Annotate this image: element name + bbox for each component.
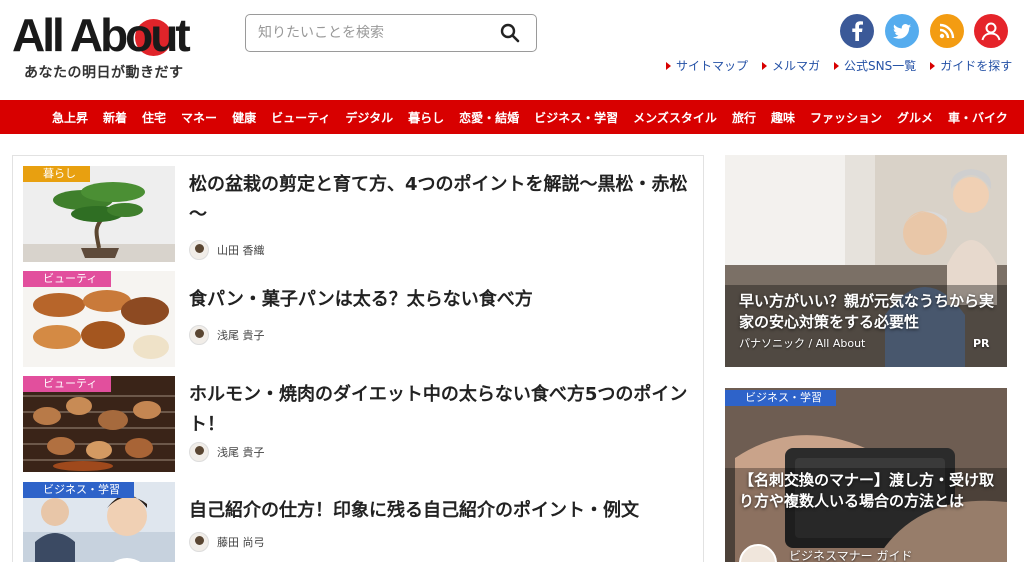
nav-item-beauty[interactable]: ビューティ (271, 109, 330, 126)
guide-name: ビジネスマナー ガイド (789, 549, 913, 562)
user-account-icon[interactable] (974, 14, 1008, 48)
category-badge: ビジネス・学習 (725, 390, 836, 406)
article-title[interactable]: 松の盆栽の剪定と育て方、4つのポイントを解説～黒松・赤松～ (189, 170, 694, 230)
official-sns-link[interactable]: 公式SNS一覧 (834, 57, 916, 74)
category-badge: ビューティ (23, 271, 112, 287)
nav-item-car-bike[interactable]: 車・バイク (948, 109, 1008, 126)
find-guide-link[interactable]: ガイドを探す (930, 57, 1012, 74)
search-box (245, 14, 537, 52)
category-badge: 暮らし (23, 166, 90, 182)
nav-item-fashion[interactable]: ファッション (810, 109, 882, 126)
article-thumbnail[interactable]: ビューティ (23, 271, 175, 367)
category-badge: ビューティ (23, 376, 112, 392)
author-name: 藤田 尚弓 (217, 536, 265, 549)
article-title[interactable]: 食パン・菓子パンは太る？太らない食べ方 (189, 285, 694, 315)
article-list: 暮らし 松の盆栽の剪定と育て方、4つのポイントを解説～黒松・赤松～ 山田 香織 … (12, 155, 704, 562)
article-title[interactable]: ホルモン・焼肉のダイエット中の太らない食べ方5つのポイント！ (189, 380, 694, 440)
nav-item-new[interactable]: 新着 (103, 109, 127, 126)
author-avatar (189, 240, 209, 260)
arrow-right-icon (762, 61, 768, 70)
nav-item-housing[interactable]: 住宅 (142, 109, 166, 126)
list-item[interactable]: ビジネス・学習 自己紹介の仕方！印象に残る自己紹介のポイント・例文 藤田 尚弓 (23, 482, 695, 562)
nav-item-business[interactable]: ビジネス・学習 (534, 109, 618, 126)
nav-item-travel[interactable]: 旅行 (732, 109, 756, 126)
nav-item-digital[interactable]: デジタル (345, 109, 393, 126)
nav-item-money[interactable]: マネー (181, 109, 217, 126)
nav-item-mens-style[interactable]: メンズスタイル (633, 109, 717, 126)
nav-item-trending[interactable]: 急上昇 (52, 109, 88, 126)
search-icon[interactable] (500, 23, 520, 43)
article-thumbnail[interactable]: ビューティ (23, 376, 175, 472)
feature-card[interactable]: ビジネス・学習 【名刺交換のマナー】渡し方・受け取り方や複数人いる場合の方法とは… (725, 388, 1007, 562)
nav-item-love-marriage[interactable]: 恋愛・結婚 (459, 109, 519, 126)
article-author[interactable]: 山田 香織 (189, 240, 265, 260)
nav-item-living[interactable]: 暮らし (408, 109, 444, 126)
category-nav: 急上昇 新着 住宅 マネー 健康 ビューティ デジタル 暮らし 恋愛・結婚 ビジ… (0, 100, 1024, 134)
mailmagazine-link[interactable]: メルマガ (762, 57, 820, 74)
author-name: 浅尾 貴子 (217, 329, 265, 342)
pr-badge: PR (973, 337, 990, 350)
facebook-icon[interactable] (840, 14, 874, 48)
article-title[interactable]: 自己紹介の仕方！印象に残る自己紹介のポイント・例文 (189, 496, 694, 526)
article-thumbnail[interactable]: ビジネス・学習 (23, 482, 175, 562)
rss-icon[interactable] (930, 14, 964, 48)
logo-tagline: あなたの明日が動きだす (24, 65, 184, 81)
article-author[interactable]: 浅尾 貴子 (189, 442, 265, 462)
nav-item-gourmet[interactable]: グルメ (897, 109, 933, 126)
author-avatar (189, 442, 209, 462)
utility-links: サイトマップ メルマガ 公式SNS一覧 ガイドを探す (666, 57, 1024, 74)
pr-card-title[interactable]: 早い方がいい？親が元気なうちから実家の安心対策をする必要性 (739, 291, 1001, 333)
article-author[interactable]: 浅尾 貴子 (189, 325, 265, 345)
author-name: 山田 香織 (217, 244, 265, 257)
logo-text: All About (12, 9, 191, 61)
list-item[interactable]: 暮らし 松の盆栽の剪定と育て方、4つのポイントを解説～黒松・赤松～ 山田 香織 (23, 166, 695, 262)
nav-item-hobby[interactable]: 趣味 (771, 109, 795, 126)
pr-card[interactable]: 早い方がいい？親が元気なうちから実家の安心対策をする必要性 パナソニック / A… (725, 155, 1007, 367)
sitemap-link[interactable]: サイトマップ (666, 57, 748, 74)
author-name: 浅尾 貴子 (217, 446, 265, 459)
article-author[interactable]: 藤田 尚弓 (189, 532, 265, 552)
pr-card-sponsor: パナソニック / All About (739, 337, 866, 350)
site-header: All About あなたの明日が動きだす サイトマップ メルマガ 公式SNS一… (0, 0, 1024, 100)
author-avatar (189, 532, 209, 552)
list-item[interactable]: ビューティ 食パン・菓子パンは太る？太らない食べ方 浅尾 貴子 (23, 271, 695, 367)
search-input[interactable] (258, 23, 488, 43)
arrow-right-icon (834, 61, 840, 70)
site-logo[interactable]: All About あなたの明日が動きだす (12, 10, 217, 82)
feature-card-title[interactable]: 【名刺交換のマナー】渡し方・受け取り方や複数人いる場合の方法とは (739, 470, 1001, 512)
article-thumbnail[interactable]: 暮らし (23, 166, 175, 262)
category-badge: ビジネス・学習 (23, 482, 134, 498)
arrow-right-icon (666, 61, 671, 70)
nav-item-health[interactable]: 健康 (232, 109, 256, 126)
twitter-icon[interactable] (885, 14, 919, 48)
arrow-right-icon (930, 61, 936, 70)
author-avatar (189, 325, 209, 345)
list-item[interactable]: ビューティ ホルモン・焼肉のダイエット中の太らない食べ方5つのポイント！ 浅尾 … (23, 376, 695, 472)
